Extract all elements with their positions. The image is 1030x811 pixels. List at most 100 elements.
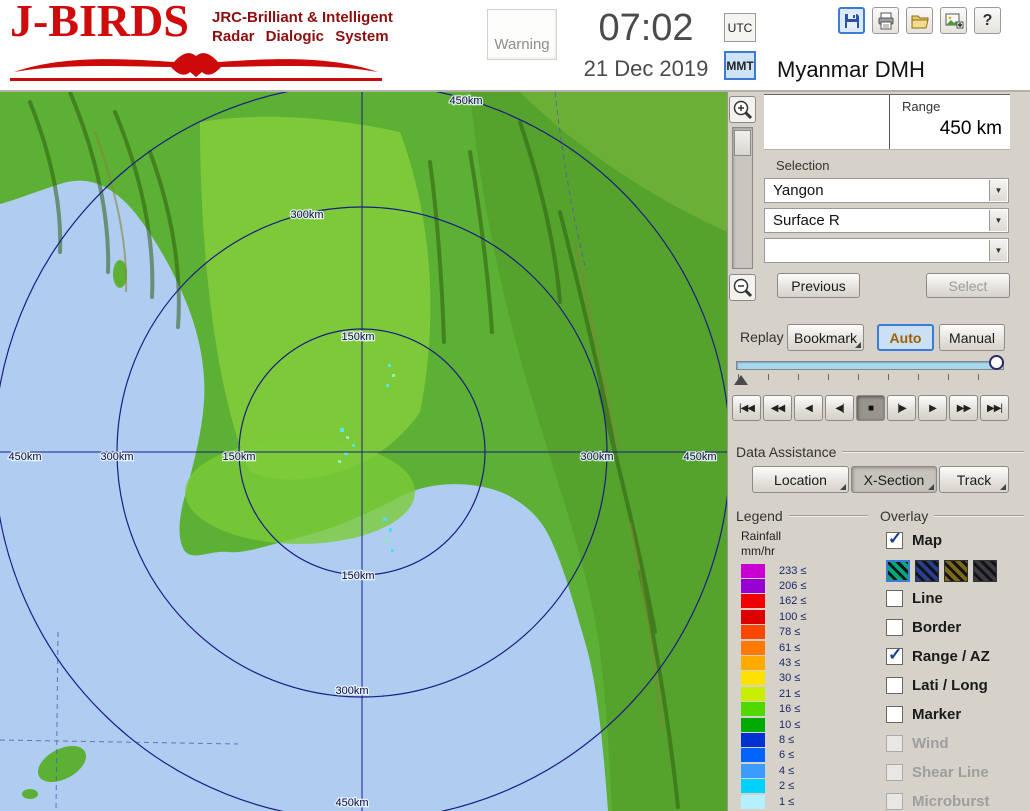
checkbox-wind (886, 735, 903, 752)
legend-value-label: 162 ≤ (779, 594, 806, 608)
option-dropdown[interactable]: ▼ (764, 238, 1009, 263)
legend-color-swatch (741, 795, 765, 809)
bookmark-button[interactable]: Bookmark (787, 324, 864, 351)
zoom-out-icon (732, 277, 754, 299)
previous-button[interactable]: Previous (777, 273, 860, 298)
range-ring-label: 450km (449, 95, 482, 107)
overlay-row-map[interactable]: Map (886, 529, 1026, 551)
legend-row: 8 ≤ (741, 732, 806, 747)
map-style-swatch-2[interactable] (915, 560, 939, 582)
overlay-row-border[interactable]: Border (886, 616, 1026, 638)
legend-value-label: 78 ≤ (779, 625, 800, 639)
data-assistance-heading: Data Assistance (736, 444, 1024, 460)
legend-color-swatch (741, 733, 765, 747)
legend-row: 6 ≤ (741, 748, 806, 763)
timeline-tick-marks (738, 374, 1002, 380)
step-forward-button[interactable]: |▶ (887, 395, 916, 421)
overlay-row-microburst: Microburst (886, 790, 1026, 811)
checkbox-marker[interactable] (886, 706, 903, 723)
manual-mode-button[interactable]: Manual (939, 324, 1005, 351)
xsection-button[interactable]: X-Section (851, 466, 937, 493)
timezone-mmt-button[interactable]: MMT (724, 51, 756, 80)
overlay-label-lati-long: Lati / Long (912, 677, 988, 694)
radar-map[interactable]: 450km 300km 150km 450km 300km 150km 300k… (0, 92, 727, 811)
legend-row: 206 ≤ (741, 578, 806, 593)
open-folder-button[interactable] (906, 7, 933, 34)
chevron-down-icon[interactable]: ▼ (989, 210, 1007, 231)
auto-mode-button[interactable]: Auto (877, 324, 934, 351)
save-icon (842, 11, 862, 31)
station-title: Myanmar DMH (777, 57, 925, 83)
range-display: Range 450 km (764, 94, 1010, 150)
stop-button[interactable]: ■ (856, 395, 885, 421)
print-button[interactable] (872, 7, 899, 34)
legend-color-swatch (741, 748, 765, 762)
checkbox-range-az[interactable] (886, 648, 903, 665)
site-dropdown[interactable]: Yangon ▼ (764, 178, 1009, 203)
rewind-full-button[interactable]: |◀◀ (732, 395, 761, 421)
zoom-in-icon (732, 99, 754, 121)
overlay-row-lati-long[interactable]: Lati / Long (886, 674, 1026, 696)
product-dropdown[interactable]: Surface R ▼ (764, 208, 1009, 233)
checkbox-border[interactable] (886, 619, 903, 636)
checkbox-lati-long[interactable] (886, 677, 903, 694)
replay-timeline-slider[interactable] (736, 361, 1004, 370)
range-ring-label: 150km (341, 570, 374, 582)
chevron-down-icon[interactable]: ▼ (989, 180, 1007, 201)
map-style-swatch-1[interactable] (886, 560, 910, 582)
legend-color-swatch (741, 779, 765, 793)
checkbox-map[interactable] (886, 532, 903, 549)
timeline-slider-thumb[interactable] (989, 355, 1004, 370)
legend-row: 2 ≤ (741, 778, 806, 793)
legend-value-label: 16 ≤ (779, 702, 800, 716)
checkbox-line[interactable] (886, 590, 903, 607)
chevron-down-icon[interactable]: ▼ (989, 240, 1007, 261)
control-panel: Range 450 km Selection Yangon ▼ Surface … (727, 92, 1030, 811)
zoom-out-button[interactable] (729, 274, 756, 301)
tagline-line2: Radar Dialogic System (212, 27, 393, 46)
legend-value-label: 100 ≤ (779, 610, 806, 624)
legend-row: 43 ≤ (741, 655, 806, 670)
zoom-in-button[interactable] (729, 96, 756, 123)
save-button[interactable] (838, 7, 865, 34)
playback-controls: |◀◀ ◀◀ ◀ ◀| ■ |▶ ▶ ▶▶ ▶▶| (732, 395, 1009, 421)
map-style-swatch-4[interactable] (973, 560, 997, 582)
range-ring-label: 450km (335, 797, 368, 809)
legend-row: 16 ≤ (741, 702, 806, 717)
range-ring-label: 300km (580, 451, 613, 463)
map-style-swatches (886, 558, 1026, 583)
location-button[interactable]: Location (752, 466, 849, 493)
overlay-row-wind: Wind (886, 732, 1026, 754)
forward-full-button[interactable]: ▶▶| (980, 395, 1009, 421)
help-button[interactable]: ? (974, 7, 1001, 34)
zoom-slider-thumb[interactable] (734, 130, 751, 156)
track-button[interactable]: Track (939, 466, 1009, 493)
legend-color-swatch (741, 641, 765, 655)
legend-unit-line2: mm/hr (741, 544, 775, 558)
island (22, 789, 38, 799)
zoom-slider[interactable] (732, 127, 753, 269)
legend-value-label: 8 ≤ (779, 733, 794, 747)
product-dropdown-value: Surface R (765, 209, 1008, 229)
legend-unit-line1: Rainfall (741, 529, 781, 543)
map-style-swatch-3[interactable] (944, 560, 968, 582)
overlay-label-marker: Marker (912, 706, 961, 723)
timezone-utc-button[interactable]: UTC (724, 13, 756, 42)
replay-section-label: Replay (740, 329, 784, 345)
legend-row: 100 ≤ (741, 609, 806, 624)
overlay-row-line[interactable]: Line (886, 587, 1026, 609)
step-back-button[interactable]: ◀| (825, 395, 854, 421)
play-button[interactable]: ▶ (918, 395, 947, 421)
fast-forward-button[interactable]: ▶▶ (949, 395, 978, 421)
export-image-button[interactable] (940, 7, 967, 34)
help-icon: ? (983, 12, 993, 30)
overlay-heading: Overlay (880, 508, 1024, 524)
play-reverse-button[interactable]: ◀ (794, 395, 823, 421)
site-dropdown-value: Yangon (765, 179, 1008, 199)
overlay-row-marker[interactable]: Marker (886, 703, 1026, 725)
overlay-row-range-az[interactable]: Range / AZ (886, 645, 1026, 667)
legend-color-swatch (741, 656, 765, 670)
fast-rewind-button[interactable]: ◀◀ (763, 395, 792, 421)
legend-value-label: 43 ≤ (779, 656, 800, 670)
overlay-label-shear-line: Shear Line (912, 764, 989, 781)
